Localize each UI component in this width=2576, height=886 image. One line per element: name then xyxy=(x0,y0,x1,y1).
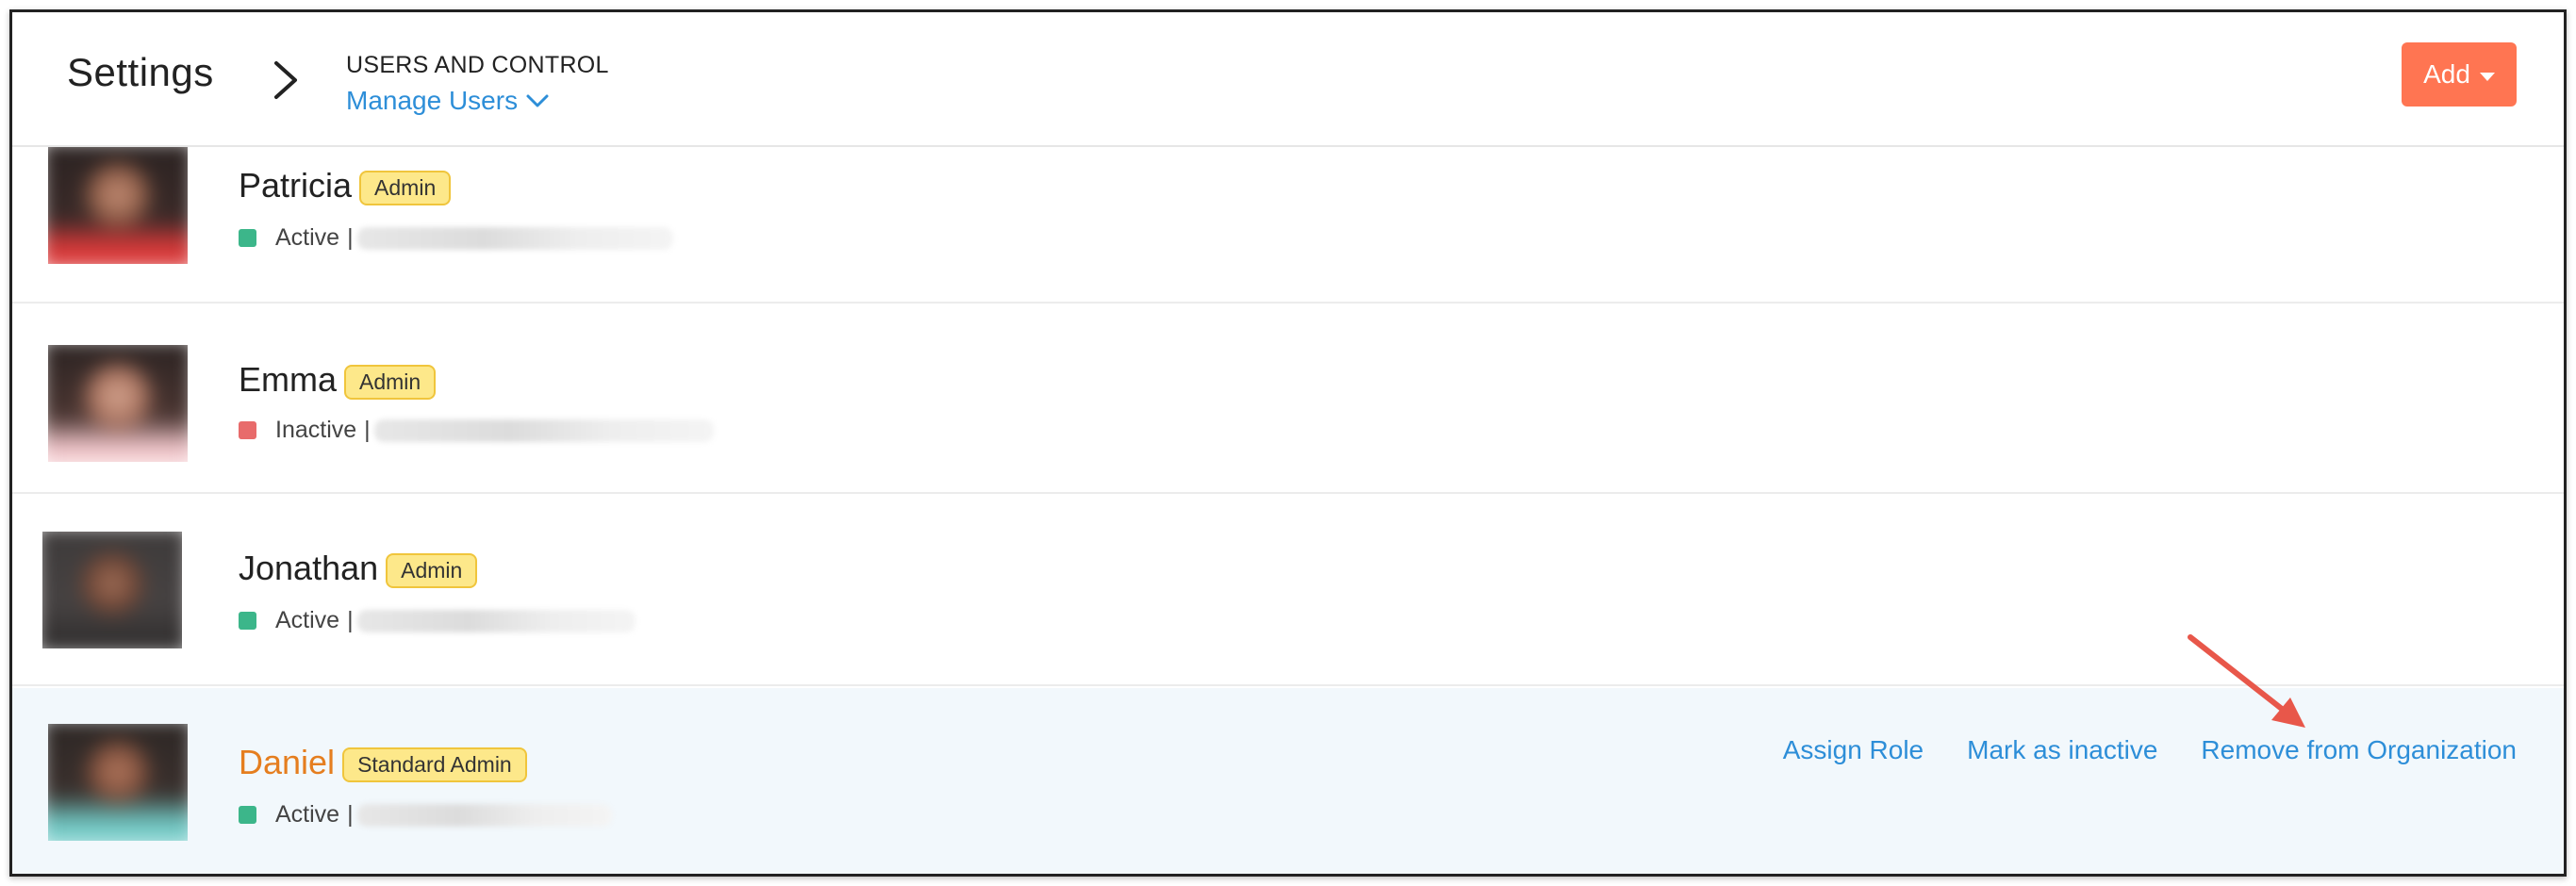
redacted-email xyxy=(373,418,714,442)
settings-window: Settings USERS AND CONTROL Manage Users … xyxy=(9,9,2567,877)
assign-role-link[interactable]: Assign Role xyxy=(1783,735,1924,765)
page-title: Settings xyxy=(67,50,214,94)
avatar xyxy=(48,724,188,841)
status-separator: | xyxy=(347,607,354,633)
role-badge: Admin xyxy=(359,170,452,205)
breadcrumb-section: USERS AND CONTROL xyxy=(346,52,609,78)
status-text: Active xyxy=(275,607,340,633)
annotation-arrow-icon xyxy=(2188,634,2305,728)
role-badge: Standard Admin xyxy=(342,747,527,782)
add-button-label: Add xyxy=(2423,59,2470,89)
row-actions: Assign Role Mark as inactive Remove from… xyxy=(1783,735,2517,765)
chevron-down-icon xyxy=(526,94,549,107)
role-badge: Admin xyxy=(386,552,478,588)
add-button[interactable]: Add xyxy=(2402,42,2517,107)
redacted-email xyxy=(356,803,612,827)
redacted-email xyxy=(356,609,636,632)
avatar xyxy=(42,532,182,648)
user-name[interactable]: Patricia xyxy=(239,166,352,205)
status-separator: | xyxy=(364,417,371,443)
breadcrumb-page-label: Manage Users xyxy=(346,86,519,115)
user-name[interactable]: Daniel xyxy=(239,743,335,782)
status-indicator xyxy=(239,612,256,630)
role-badge: Admin xyxy=(344,364,437,400)
status-text: Inactive xyxy=(275,417,357,443)
user-row[interactable]: Emma Admin Inactive | xyxy=(12,305,2564,494)
status-text: Active xyxy=(275,224,340,251)
status-indicator xyxy=(239,421,256,439)
user-name[interactable]: Emma xyxy=(239,360,337,400)
status-separator: | xyxy=(347,224,354,251)
status-indicator xyxy=(239,806,256,824)
remove-from-organization-link[interactable]: Remove from Organization xyxy=(2201,735,2517,765)
caret-down-icon xyxy=(2479,72,2495,81)
avatar xyxy=(48,345,188,462)
user-row[interactable]: Patricia Admin Active | xyxy=(12,147,2564,304)
avatar xyxy=(48,147,188,264)
chevron-right-icon xyxy=(274,61,297,99)
status-separator: | xyxy=(347,801,354,828)
status-indicator xyxy=(239,229,256,247)
redacted-email xyxy=(356,226,673,250)
status-text: Active xyxy=(275,801,340,828)
manage-users-dropdown[interactable]: Manage Users xyxy=(346,86,550,116)
mark-inactive-link[interactable]: Mark as inactive xyxy=(1967,735,2157,765)
page-header: Settings USERS AND CONTROL Manage Users … xyxy=(12,12,2564,147)
user-name[interactable]: Jonathan xyxy=(239,549,378,588)
